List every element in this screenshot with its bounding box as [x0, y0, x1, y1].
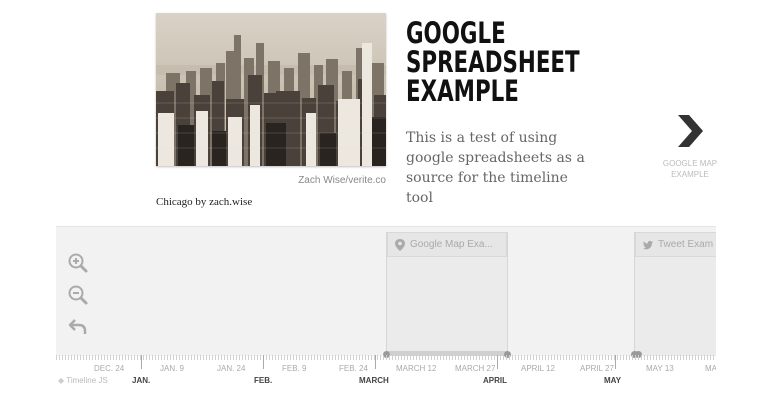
axis-major-label: MARCH — [359, 376, 389, 385]
next-slide-label-line: EXAMPLE — [671, 170, 709, 179]
axis-minor-label: JAN. 24 — [217, 364, 246, 373]
marker-flag[interactable]: Tweet Exam — [635, 232, 716, 257]
major-tick — [497, 355, 498, 369]
brand-label: Timeline JS — [66, 376, 108, 385]
zoom-out-button[interactable] — [67, 284, 89, 306]
headline-line: GOOGLE — [406, 16, 506, 50]
axis-minor-label: DEC. 24 — [94, 364, 125, 373]
timeline-axis[interactable]: DEC. 24 JAN. 9 JAN. 24 FEB. 9 FEB. 24 MA… — [56, 355, 716, 410]
axis-minor-label: JAN. 9 — [160, 364, 185, 373]
next-slide-label[interactable]: GOOGLE MAP EXAMPLE — [640, 158, 740, 180]
timelinejs-brand-link[interactable]: ◆ Timeline JS — [58, 376, 108, 385]
timeline-nav[interactable]: Google Map Exa... Tweet Exam — [56, 226, 716, 356]
axis-minor-label: APRIL 27 — [580, 364, 614, 373]
zoom-out-icon[interactable] — [67, 284, 89, 306]
axis-major-label: JAN. — [132, 376, 151, 385]
media-caption: Chicago by zach.wise — [156, 196, 253, 208]
marker-flag[interactable]: Google Map Exa... — [387, 232, 507, 257]
axis-ticks — [56, 355, 716, 360]
axis-major-label: MAY — [604, 376, 622, 385]
axis-minor-label: MA — [705, 364, 716, 373]
next-slide-label-line: GOOGLE MAP — [662, 159, 718, 168]
diamond-logo-icon: ◆ — [58, 376, 65, 385]
major-tick — [375, 355, 376, 369]
map-pin-icon — [395, 239, 405, 251]
axis-minor-label: APRIL 12 — [521, 364, 555, 373]
back-to-start-button[interactable] — [67, 316, 89, 338]
axis-minor-label: MARCH 27 — [455, 364, 496, 373]
major-tick — [263, 355, 264, 369]
chicago-skyline-photo — [156, 13, 386, 166]
slide-text: This is a test of using google spreadshe… — [406, 130, 585, 206]
axis-major-label: FEB. — [254, 376, 273, 385]
marker-title: Tweet Exam — [658, 239, 714, 250]
axis-minor-label: MAY 13 — [646, 364, 674, 373]
chevron-right-icon[interactable] — [675, 113, 705, 149]
slide-media-image — [156, 13, 386, 166]
axis-major-label: APRIL — [483, 376, 507, 385]
back-arrow-icon[interactable] — [67, 316, 89, 338]
slide-headline: GOOGLE SPREADSHEET EXAMPLE — [406, 19, 606, 106]
axis-minor-label: MARCH 12 — [396, 364, 437, 373]
headline-line: SPREADSHEET — [406, 45, 580, 79]
marker-title: Google Map Exa... — [410, 239, 493, 250]
headline-line: EXAMPLE — [406, 74, 519, 108]
major-tick — [615, 355, 616, 369]
axis-minor-label: FEB. 9 — [282, 364, 307, 373]
timeline-marker[interactable]: Google Map Exa... — [386, 232, 508, 356]
zoom-in-button[interactable] — [67, 252, 89, 274]
axis-minor-label: FEB. 24 — [339, 364, 368, 373]
major-tick — [141, 355, 142, 369]
twitter-icon — [643, 240, 653, 250]
timeline-marker[interactable]: Tweet Exam — [634, 232, 716, 356]
zoom-in-icon[interactable] — [67, 252, 89, 274]
next-slide-button[interactable]: GOOGLE MAP EXAMPLE — [640, 113, 740, 180]
media-credit: Zach Wise/verite.co — [298, 175, 386, 186]
